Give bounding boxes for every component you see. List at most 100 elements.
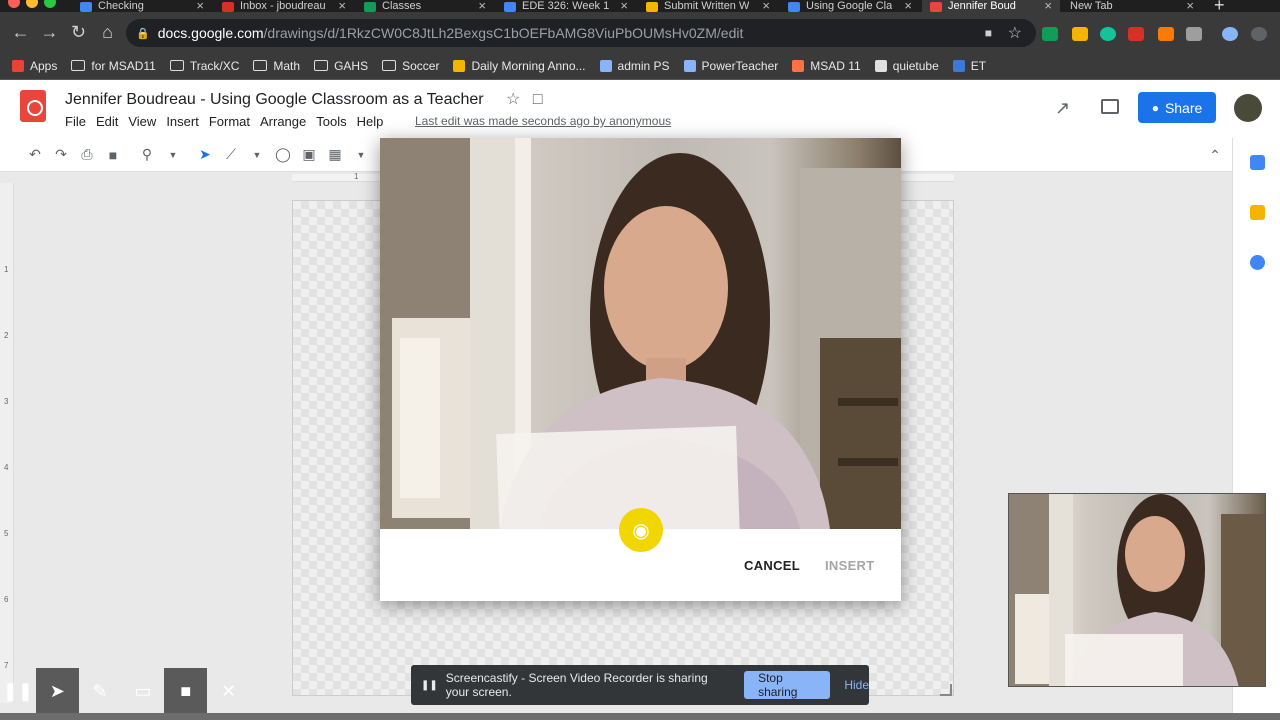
menu-insert[interactable]: Insert: [166, 114, 199, 129]
bookmark-star-icon[interactable]: ☆: [1008, 23, 1022, 43]
zoom-dropdown-icon[interactable]: ▼: [162, 145, 184, 165]
line-icon[interactable]: ⟋: [220, 145, 242, 165]
notes-extension-icon[interactable]: [1072, 27, 1088, 41]
menu-format[interactable]: Format: [209, 114, 250, 129]
address-path: /drawings/d/1RkzCW0C8JtLh2BexgsC1bOEFbAM…: [263, 25, 744, 41]
document-title[interactable]: Jennifer Boudreau - Using Google Classro…: [65, 89, 543, 109]
undo-icon[interactable]: ↶: [24, 145, 46, 165]
paint-format-icon[interactable]: ■: [102, 145, 124, 165]
close-tab-icon[interactable]: ×: [196, 0, 204, 12]
image-dropdown-icon[interactable]: ▼: [350, 145, 372, 165]
close-tab-icon[interactable]: ×: [478, 0, 486, 12]
calendar-icon[interactable]: [1250, 155, 1265, 170]
new-tab-button[interactable]: +: [1214, 0, 1225, 12]
tab-1[interactable]: Inbox - jboudreau ×: [214, 0, 354, 12]
close-tab-icon[interactable]: ×: [338, 0, 346, 12]
cast-extension-icon[interactable]: [1042, 27, 1058, 41]
pause-recording-icon[interactable]: ❚❚: [0, 668, 36, 714]
bookmark-1[interactable]: for MSAD11: [71, 59, 156, 73]
close-controls-icon[interactable]: ✕: [207, 668, 250, 714]
activity-dashboard-icon[interactable]: ↗: [1055, 98, 1070, 119]
image-icon[interactable]: ▦: [324, 145, 346, 165]
eraser-tool-icon[interactable]: ▭: [122, 668, 165, 714]
move-folder-icon[interactable]: □: [533, 91, 543, 108]
tasks-icon[interactable]: [1250, 255, 1265, 270]
puzzle-extension-icon[interactable]: [1222, 27, 1238, 41]
pen-tool-icon[interactable]: ✎: [79, 668, 122, 714]
bookmark-9[interactable]: MSAD 11: [792, 59, 861, 73]
menu-edit[interactable]: Edit: [96, 114, 118, 129]
bookmark-4[interactable]: GAHS: [314, 59, 368, 73]
resize-handle[interactable]: [940, 684, 952, 696]
tab-5[interactable]: Using Google Cla ×: [780, 0, 920, 12]
menu-help[interactable]: Help: [357, 114, 384, 129]
bookmark-6[interactable]: Daily Morning Anno...: [453, 59, 586, 73]
cursor-tool-icon[interactable]: ➤: [35, 668, 79, 714]
print-icon[interactable]: ⎙: [76, 145, 98, 165]
screencastify-extension-icon[interactable]: [1128, 27, 1144, 41]
last-edit-link[interactable]: Last edit was made seconds ago by anonym…: [415, 114, 671, 128]
forward-icon[interactable]: →: [35, 22, 64, 43]
redo-icon[interactable]: ↷: [50, 145, 72, 165]
ruler-mark: 1: [4, 265, 9, 274]
tab-6[interactable]: Jennifer Boud ×: [922, 0, 1060, 12]
comments-icon[interactable]: [1101, 99, 1119, 114]
browser-tab-strip: Checking × Inbox - jboudreau × Classes × EDE 3…: [0, 0, 1280, 12]
tab-0[interactable]: Checking ×: [72, 0, 212, 12]
minimize-window-button[interactable]: [26, 0, 38, 8]
select-pointer-icon[interactable]: ➤: [194, 145, 216, 165]
shape-icon[interactable]: ◯: [272, 145, 294, 165]
bookmark-7[interactable]: admin PS: [599, 59, 670, 73]
camera-permission-icon[interactable]: ■: [985, 26, 992, 40]
profile-menu-icon[interactable]: [1251, 27, 1267, 41]
reload-icon[interactable]: ↻: [64, 22, 93, 43]
close-tab-icon[interactable]: ×: [620, 0, 628, 12]
bookmark-5[interactable]: Soccer: [382, 59, 439, 73]
document-title-text[interactable]: Jennifer Boudreau - Using Google Classro…: [65, 91, 484, 108]
close-tab-icon[interactable]: ×: [904, 0, 912, 12]
keep-icon[interactable]: [1250, 205, 1265, 220]
close-window-button[interactable]: [8, 0, 20, 8]
share-button[interactable]: ● Share: [1138, 92, 1216, 123]
menu-tools[interactable]: Tools: [316, 114, 346, 129]
webcam-toggle-icon[interactable]: ■: [164, 668, 208, 714]
bookmark-11[interactable]: ET: [952, 59, 986, 73]
bookmark-10[interactable]: quietube: [874, 59, 939, 73]
bookmark-3[interactable]: Math: [253, 59, 300, 73]
grammarly-extension-icon[interactable]: [1100, 27, 1116, 41]
address-bar[interactable]: 🔒 docs.google.com/drawings/d/1RkzCW0C8Jt…: [126, 19, 1036, 47]
tab-4[interactable]: Submit Written W ×: [638, 0, 778, 12]
zoom-icon[interactable]: ⚲: [136, 145, 158, 165]
drawings-logo-icon[interactable]: [20, 90, 46, 122]
take-photo-button[interactable]: ◉: [619, 508, 663, 552]
webcam-overlay[interactable]: [1008, 493, 1266, 687]
collapse-toolbar-icon[interactable]: ⌃: [1204, 145, 1226, 165]
tab-label: EDE 326: Week 1: [522, 0, 610, 12]
hide-button[interactable]: Hide: [844, 678, 869, 692]
cancel-button[interactable]: CANCEL: [744, 558, 800, 573]
account-avatar[interactable]: [1234, 94, 1262, 122]
line-dropdown-icon[interactable]: ▼: [246, 145, 268, 165]
stop-sharing-button[interactable]: Stop sharing: [744, 671, 831, 699]
close-tab-icon[interactable]: ×: [762, 0, 770, 12]
tab-2[interactable]: Classes ×: [356, 0, 494, 12]
menu-arrange[interactable]: Arrange: [260, 114, 306, 129]
bookmark-2[interactable]: Track/XC: [169, 59, 239, 73]
et-icon: [952, 59, 965, 72]
insert-button[interactable]: INSERT: [825, 558, 874, 573]
close-tab-icon[interactable]: ×: [1044, 0, 1052, 12]
zoom-window-button[interactable]: [44, 0, 56, 8]
window-extension-icon[interactable]: [1186, 27, 1202, 41]
close-tab-icon[interactable]: ×: [1186, 0, 1194, 12]
star-icon[interactable]: ☆: [506, 91, 520, 108]
mic-extension-icon[interactable]: [1158, 27, 1174, 41]
tab-7[interactable]: New Tab ×: [1062, 0, 1202, 12]
home-icon[interactable]: ⌂: [93, 22, 122, 43]
bookmark-0[interactable]: Apps: [12, 59, 57, 73]
tab-3[interactable]: EDE 326: Week 1 ×: [496, 0, 636, 12]
menu-view[interactable]: View: [128, 114, 156, 129]
back-icon[interactable]: ←: [6, 22, 35, 43]
text-box-icon[interactable]: ▣: [298, 145, 320, 165]
menu-file[interactable]: File: [65, 114, 86, 129]
bookmark-8[interactable]: PowerTeacher: [683, 59, 778, 73]
